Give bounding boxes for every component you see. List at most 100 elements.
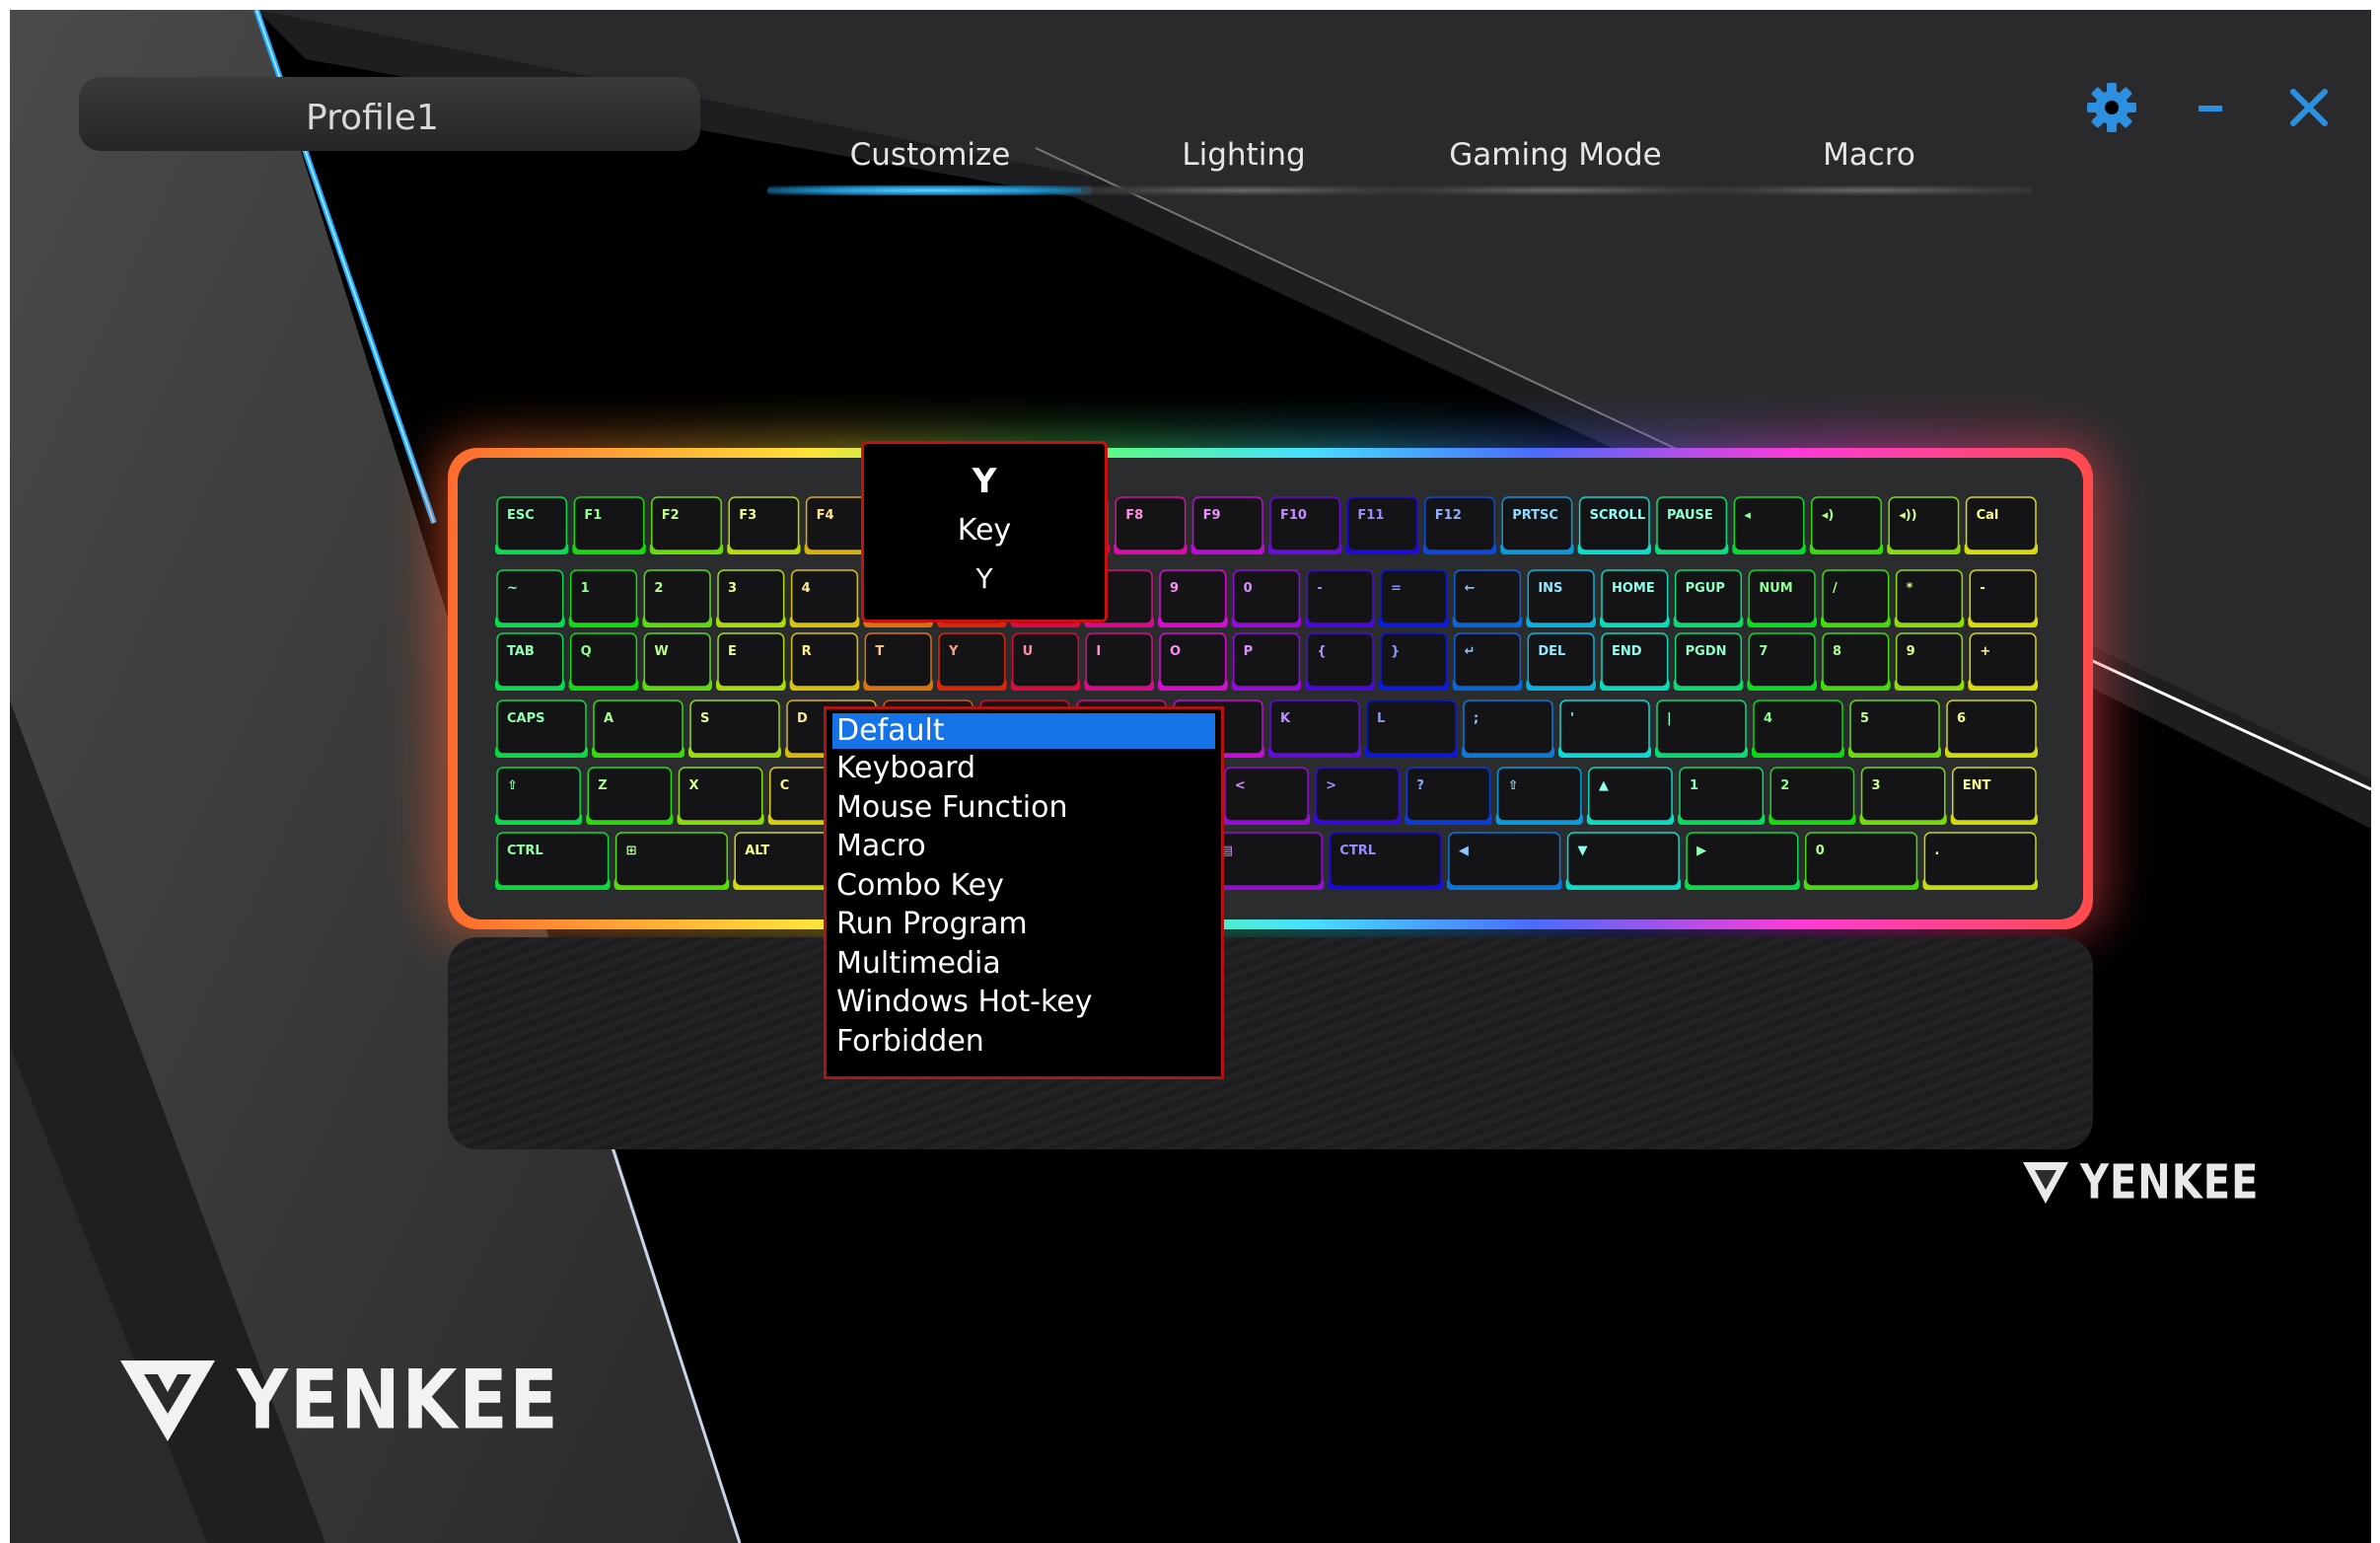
key-i[interactable]: I bbox=[1084, 632, 1154, 691]
key-3[interactable]: 3 bbox=[1859, 767, 1947, 825]
menu-option-mouse-function[interactable]: Mouse Function bbox=[827, 788, 1221, 828]
key-3[interactable]: 3 bbox=[716, 569, 786, 627]
key--[interactable]: + bbox=[1968, 632, 2038, 691]
key-ctrl[interactable]: CTRL bbox=[1328, 832, 1443, 890]
key-e[interactable]: E bbox=[716, 632, 786, 691]
key-9[interactable]: 9 bbox=[1158, 569, 1228, 627]
key--[interactable]: } bbox=[1379, 632, 1449, 691]
key--[interactable]: ▤ bbox=[1208, 832, 1325, 890]
key-9[interactable]: 9 bbox=[1894, 632, 1965, 691]
key--[interactable]: ◂)) bbox=[1887, 496, 1961, 554]
key--[interactable]: | bbox=[1655, 699, 1748, 758]
menu-option-macro[interactable]: Macro bbox=[827, 827, 1221, 866]
key--[interactable]: > bbox=[1314, 767, 1402, 825]
key-f10[interactable]: F10 bbox=[1268, 496, 1342, 554]
key-p[interactable]: P bbox=[1231, 632, 1302, 691]
key--[interactable]: . bbox=[1922, 832, 2038, 890]
key-0[interactable]: 0 bbox=[1231, 569, 1302, 627]
key--[interactable]: = bbox=[1379, 569, 1449, 627]
key--[interactable]: ⊞ bbox=[613, 832, 730, 890]
close-button[interactable] bbox=[2278, 77, 2340, 138]
key-f9[interactable]: F9 bbox=[1190, 496, 1264, 554]
key-4[interactable]: 4 bbox=[789, 569, 860, 627]
key-y[interactable]: Y bbox=[937, 632, 1007, 691]
key-q[interactable]: Q bbox=[568, 632, 639, 691]
key-ent[interactable]: ENT bbox=[1950, 767, 2038, 825]
key--[interactable]: ? bbox=[1405, 767, 1492, 825]
key-num[interactable]: NUM bbox=[1747, 569, 1817, 627]
key-home[interactable]: HOME bbox=[1600, 569, 1670, 627]
key-caps[interactable]: CAPS bbox=[495, 699, 588, 758]
key--[interactable]: < bbox=[1222, 767, 1311, 825]
key--[interactable]: ◂ bbox=[1732, 496, 1806, 554]
key--[interactable]: { bbox=[1305, 632, 1375, 691]
key--[interactable]: ~ bbox=[495, 569, 565, 627]
key-scroll[interactable]: SCROLL bbox=[1577, 496, 1651, 554]
key-x[interactable]: X bbox=[677, 767, 764, 825]
key-pause[interactable]: PAUSE bbox=[1655, 496, 1729, 554]
key-a[interactable]: A bbox=[592, 699, 685, 758]
key-f12[interactable]: F12 bbox=[1422, 496, 1497, 554]
minimize-button[interactable] bbox=[2180, 77, 2241, 138]
menu-option-forbidden[interactable]: Forbidden bbox=[827, 1022, 1221, 1062]
menu-option-default[interactable]: Default bbox=[832, 713, 1215, 749]
key-o[interactable]: O bbox=[1158, 632, 1228, 691]
key-l[interactable]: L bbox=[1365, 699, 1458, 758]
key-u[interactable]: U bbox=[1010, 632, 1081, 691]
key-pgdn[interactable]: PGDN bbox=[1673, 632, 1744, 691]
menu-option-combo-key[interactable]: Combo Key bbox=[827, 866, 1221, 906]
profile-selector[interactable]: Profile1 bbox=[79, 77, 700, 151]
key--[interactable]: ▲ bbox=[1586, 767, 1675, 825]
key-w[interactable]: W bbox=[642, 632, 712, 691]
key--[interactable]: * bbox=[1894, 569, 1965, 627]
key--[interactable]: ▼ bbox=[1565, 832, 1682, 890]
tab-macro[interactable]: Macro bbox=[1706, 138, 2032, 172]
tab-lighting[interactable]: Lighting bbox=[1081, 138, 1406, 172]
key--[interactable]: ⇧ bbox=[1495, 767, 1583, 825]
key-6[interactable]: 6 bbox=[1945, 699, 2038, 758]
tab-customize[interactable]: Customize bbox=[767, 138, 1093, 172]
key-del[interactable]: DEL bbox=[1526, 632, 1596, 691]
key--[interactable]: ◀ bbox=[1446, 832, 1562, 890]
menu-option-windows-hot-key[interactable]: Windows Hot-key bbox=[827, 983, 1221, 1022]
key-t[interactable]: T bbox=[863, 632, 933, 691]
key-f11[interactable]: F11 bbox=[1345, 496, 1419, 554]
key-r[interactable]: R bbox=[789, 632, 860, 691]
key-f8[interactable]: F8 bbox=[1114, 496, 1188, 554]
key-ins[interactable]: INS bbox=[1526, 569, 1596, 627]
menu-option-multimedia[interactable]: Multimedia bbox=[827, 944, 1221, 984]
key--[interactable]: ▶ bbox=[1685, 832, 1800, 890]
menu-option-keyboard[interactable]: Keyboard bbox=[827, 749, 1221, 788]
key--[interactable]: ; bbox=[1462, 699, 1554, 758]
key-k[interactable]: K bbox=[1268, 699, 1361, 758]
key-tab[interactable]: TAB bbox=[495, 632, 565, 691]
key--[interactable]: ' bbox=[1558, 699, 1651, 758]
key--[interactable]: ← bbox=[1452, 569, 1523, 627]
key-esc[interactable]: ESC bbox=[495, 496, 569, 554]
key-f1[interactable]: F1 bbox=[572, 496, 646, 554]
key-cal[interactable]: Cal bbox=[1964, 496, 2038, 554]
key-pgup[interactable]: PGUP bbox=[1673, 569, 1744, 627]
key-2[interactable]: 2 bbox=[1768, 767, 1856, 825]
key-end[interactable]: END bbox=[1600, 632, 1670, 691]
key-8[interactable]: 8 bbox=[1821, 632, 1891, 691]
key-1[interactable]: 1 bbox=[568, 569, 639, 627]
key-4[interactable]: 4 bbox=[1752, 699, 1844, 758]
tab-gaming-mode[interactable]: Gaming Mode bbox=[1393, 138, 1718, 172]
key-prtsc[interactable]: PRTSC bbox=[1500, 496, 1574, 554]
key-5[interactable]: 5 bbox=[1848, 699, 1941, 758]
key-ctrl[interactable]: CTRL bbox=[495, 832, 611, 890]
key--[interactable]: ⇧ bbox=[495, 767, 583, 825]
key-7[interactable]: 7 bbox=[1747, 632, 1817, 691]
key--[interactable]: ◂) bbox=[1809, 496, 1884, 554]
key--[interactable]: - bbox=[1968, 569, 2038, 627]
key--[interactable]: ↵ bbox=[1452, 632, 1523, 691]
key--[interactable]: / bbox=[1821, 569, 1891, 627]
key-1[interactable]: 1 bbox=[1678, 767, 1766, 825]
menu-option-run-program[interactable]: Run Program bbox=[827, 905, 1221, 944]
key-0[interactable]: 0 bbox=[1803, 832, 1919, 890]
key-s[interactable]: S bbox=[688, 699, 781, 758]
key--[interactable]: - bbox=[1305, 569, 1375, 627]
settings-button[interactable] bbox=[2081, 77, 2142, 138]
key-f2[interactable]: F2 bbox=[649, 496, 724, 554]
